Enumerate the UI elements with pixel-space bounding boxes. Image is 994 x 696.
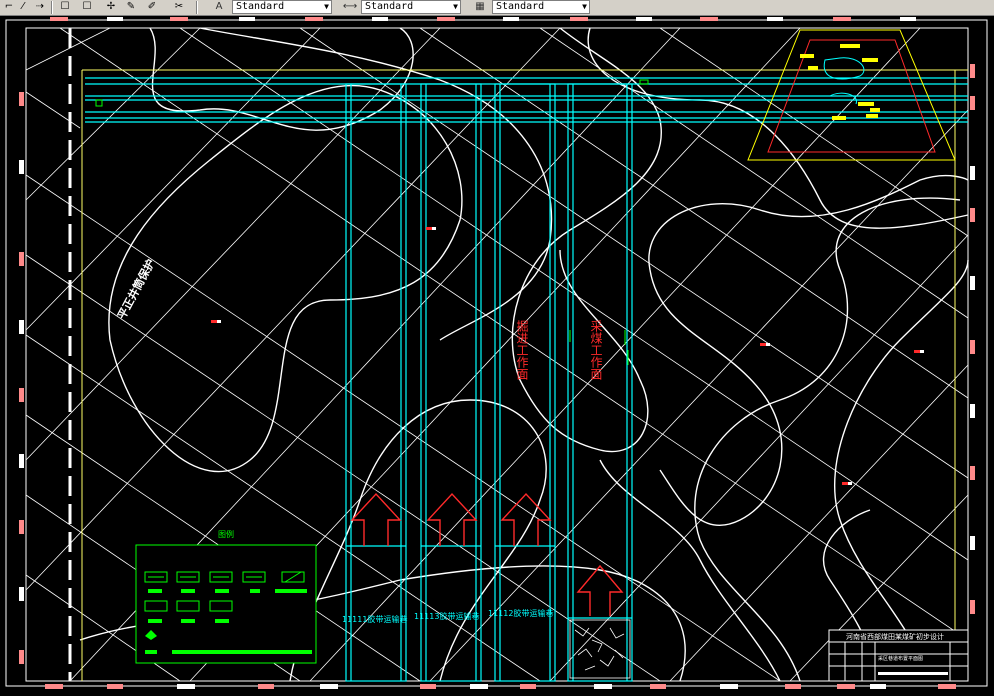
roadway-label-11113: 11113胶带运输巷 [414,611,479,621]
dimension-style-select[interactable]: Standard ▼ [361,0,461,14]
legend-title: 图例 [218,529,234,539]
roadway-label-11112: 11112胶带运输巷 [488,608,553,618]
pencil-icon[interactable]: ✎ [124,0,138,14]
move-icon[interactable]: ✢ [104,0,118,14]
cad-application-window: ⌐ ⁄ ⇢ ☐ ☐ ✢ ✎ ✐ ✂ A Standard ▼ ⟷ Standar… [0,0,994,696]
goaf-hatch [569,619,631,679]
arc-icon[interactable]: ⁄ [16,0,30,14]
mining-face-label: 采煤工作面 [589,320,603,380]
toolbar: ⌐ ⁄ ⇢ ☐ ☐ ✢ ✎ ✐ ✂ A Standard ▼ ⟷ Standar… [0,0,994,16]
dimension-style-icon: ⟷ [342,1,358,12]
driving-face-label: 掘进工作面 [515,319,529,380]
table-style-icon: ▦ [475,1,485,12]
text-style-select[interactable]: Standard ▼ [232,0,332,14]
chevron-down-icon[interactable]: ▼ [324,1,329,13]
legend: 图例 [135,529,317,664]
chevron-down-icon[interactable]: ▼ [582,1,587,13]
line-icon[interactable]: ⇢ [33,0,47,14]
drawing-canvas[interactable]: 平正井筒保护 掘进工作面 采煤工作面 11111胶带运输巷 11113胶带运输巷… [0,16,994,696]
advance-arrows [350,492,624,616]
table-style-select[interactable]: Standard ▼ [492,0,590,14]
table-style-value: Standard [496,1,545,12]
rectangle-icon[interactable]: ☐ [58,0,72,14]
title-block-subtitle: 采区巷道布置平面图 [878,655,923,662]
chevron-down-icon[interactable]: ▼ [453,1,458,13]
roadway-label-11111: 11111胶带运输巷 [342,614,407,624]
green-features [95,79,649,365]
text-style-value: Standard [236,1,285,12]
title-block: 河南省西部煤田某煤矿初步设计 采区巷道布置平面图 [828,629,969,682]
marker-icon[interactable]: ✐ [145,0,159,14]
polyline-icon[interactable]: ⌐ [2,0,16,14]
title-block-title: 河南省西部煤田某煤矿初步设计 [846,632,944,641]
mine-yard [747,29,956,161]
dimension-style-value: Standard [365,1,414,12]
tools-icon[interactable]: ✂ [172,0,186,14]
text-style-icon: A [215,1,223,12]
square-icon[interactable]: ☐ [80,0,94,14]
